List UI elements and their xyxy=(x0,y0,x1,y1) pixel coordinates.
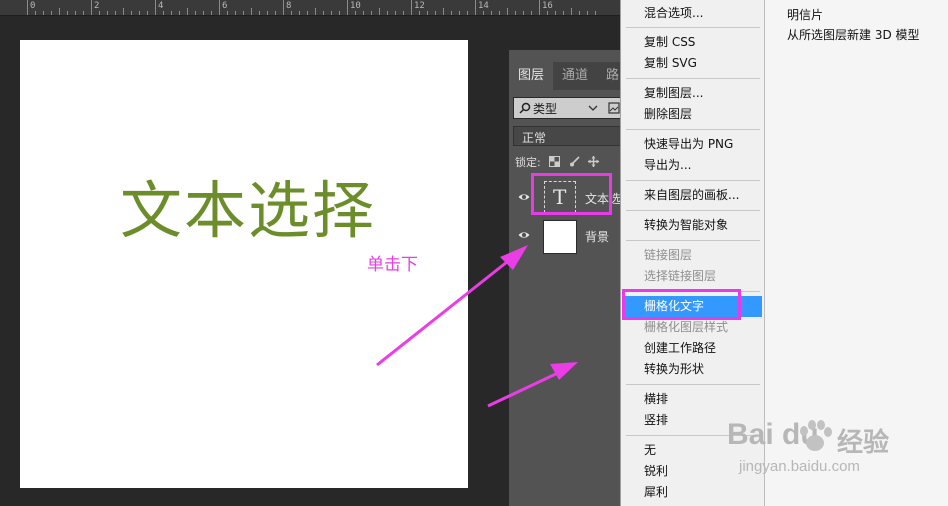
menu-item-blending-options[interactable]: 混合选项... xyxy=(624,3,762,24)
menu-item-copy-svg[interactable]: 复制 SVG xyxy=(624,53,762,74)
menu-item-quick-export-png[interactable]: 快速导出为 PNG xyxy=(624,134,762,155)
menu-item-rasterize-layer-style: 栅格化图层样式 xyxy=(644,320,729,334)
menu-separator xyxy=(626,129,760,130)
menu-item-link-layers: 链接图层 xyxy=(644,248,693,262)
menu-item-duplicate-layer[interactable]: 复制图层... xyxy=(624,83,762,104)
submenu-item-new-3d-model[interactable]: 从所选图层新建 3D 模型 xyxy=(787,26,920,43)
menu-separator xyxy=(626,384,760,385)
menu-item-horizontal[interactable]: 横排 xyxy=(624,389,762,410)
menu-separator xyxy=(626,27,760,28)
menu-separator xyxy=(626,210,760,211)
arrow-to-text-layer xyxy=(376,245,528,367)
watermark-name: 经验 xyxy=(837,428,890,458)
menu-item-delete-layer[interactable]: 删除图层 xyxy=(624,104,762,125)
menu-item-copy-css[interactable]: 复制 CSS xyxy=(624,32,762,53)
menu-item-select-linked-layers: 选择链接图层 xyxy=(644,269,717,283)
menu-separator xyxy=(626,240,760,241)
menu-item-export-as[interactable]: 导出为... xyxy=(624,155,762,176)
menu-item-convert-to-shape[interactable]: 转换为形状 xyxy=(624,359,762,380)
annotation-arrows xyxy=(376,245,578,408)
menu-item-create-work-path[interactable]: 创建工作路径 xyxy=(624,338,762,359)
menu-item-artboard-from-layers[interactable]: 来自图层的画板... xyxy=(624,185,762,206)
menu-separator xyxy=(626,180,760,181)
menu-item-convert-to-smart-object[interactable]: 转换为智能对象 xyxy=(624,215,762,236)
submenu-item-postcard[interactable]: 明信片 xyxy=(787,6,823,23)
paw-icon xyxy=(800,420,832,451)
menu-separator xyxy=(626,78,760,79)
watermark-url: jingyan.baidu.com xyxy=(739,458,860,475)
arrow-to-context-menu xyxy=(487,362,578,408)
menu-item-antialias-crisp[interactable]: 犀利 xyxy=(624,482,762,503)
highlight-rasterize-type xyxy=(622,289,741,320)
